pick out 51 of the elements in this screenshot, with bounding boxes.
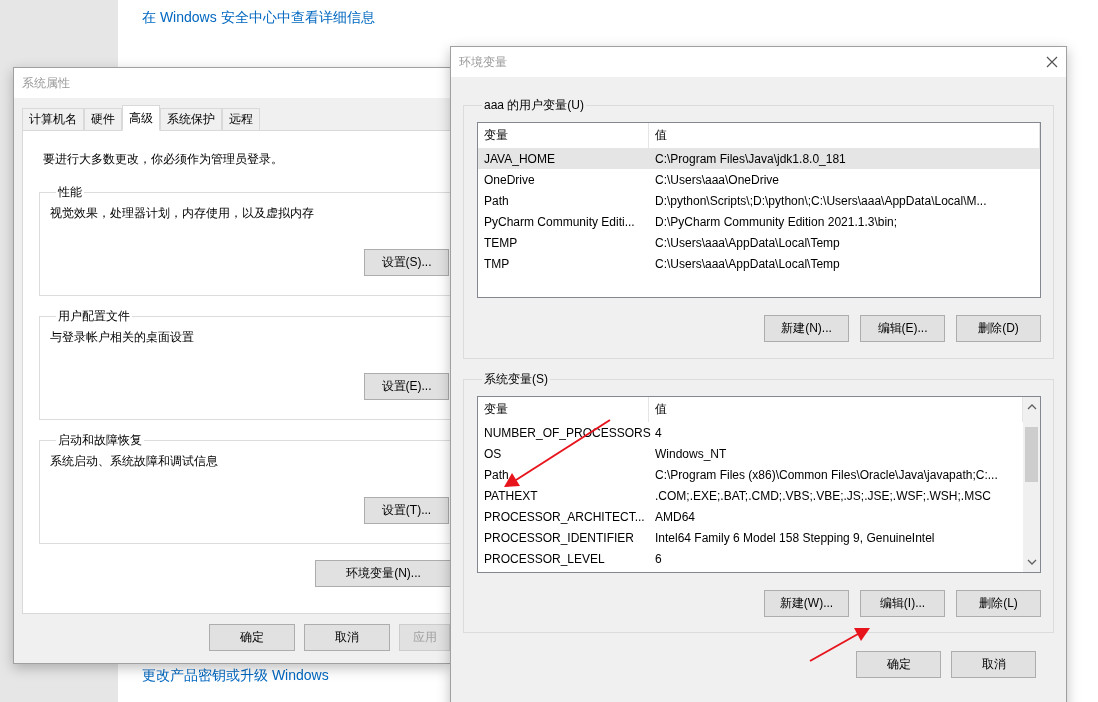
dialog-button[interactable]: 确定 bbox=[209, 624, 295, 651]
settings-button[interactable]: 设置(T)... bbox=[364, 497, 449, 524]
variable-row[interactable]: OS Windows_NT bbox=[478, 443, 1023, 464]
scroll-up-icon[interactable] bbox=[1026, 403, 1037, 411]
group-legend: aaa 的用户变量(U) bbox=[482, 97, 586, 114]
scroll-down-icon[interactable] bbox=[1026, 558, 1037, 566]
security-center-link[interactable]: 在 Windows 安全中心中查看详细信息 bbox=[142, 9, 375, 27]
variable-row[interactable]: TMP C:\Users\aaa\AppData\Local\Temp bbox=[478, 253, 1040, 274]
window-title: 系统属性 bbox=[22, 74, 70, 92]
variable-button[interactable]: 新建(W)... bbox=[764, 590, 849, 617]
group-legend: 系统变量(S) bbox=[482, 371, 550, 388]
variable-row[interactable]: Path C:\Program Files (x86)\Common Files\Oracle\Java\javapath;C:... bbox=[478, 464, 1023, 485]
variable-button[interactable]: 新建(N)... bbox=[764, 315, 849, 342]
group-legend: 性能 bbox=[56, 184, 84, 201]
variable-button[interactable]: 编辑(E)... bbox=[860, 315, 945, 342]
settings-button[interactable]: 设置(E)... bbox=[364, 373, 449, 400]
variable-row[interactable]: PROCESSOR_LEVEL 6 bbox=[478, 548, 1023, 569]
variable-row[interactable]: JAVA_HOME C:\Program Files\Java\jdk1.8.0_181 bbox=[478, 148, 1040, 169]
group-description: 系统启动、系统故障和调试信息 bbox=[50, 453, 219, 470]
close-icon[interactable] bbox=[1046, 56, 1058, 68]
variable-row[interactable]: TEMP C:\Users\aaa\AppData\Local\Temp bbox=[478, 232, 1040, 253]
arrow-annotation bbox=[809, 628, 870, 662]
variable-row[interactable]: Path D:\python\Scripts\;D:\python\;C:\Users\aaa\AppData\Local\M... bbox=[478, 190, 1040, 211]
settings-button[interactable]: 设置(S)... bbox=[364, 249, 449, 276]
dialog-button[interactable]: 取消 bbox=[951, 651, 1036, 678]
column-header[interactable]: 变量 bbox=[478, 397, 649, 422]
tab[interactable]: 高级 bbox=[122, 105, 160, 131]
admin-notice: 要进行大多数更改，你必须作为管理员登录。 bbox=[43, 151, 284, 168]
tab[interactable]: 计算机名 bbox=[22, 108, 84, 130]
group-legend: 用户配置文件 bbox=[56, 308, 132, 325]
variable-button[interactable]: 删除(D) bbox=[956, 315, 1041, 342]
variable-row[interactable]: PROCESSOR_IDENTIFIER Intel64 Family 6 Model 158 Stepping 9, GenuineIntel bbox=[478, 527, 1023, 548]
group-description: 与登录帐户相关的桌面设置 bbox=[50, 329, 195, 346]
product-key-link[interactable]: 更改产品密钥或升级 Windows bbox=[142, 667, 329, 685]
variable-row[interactable]: PROCESSOR_ARCHITECT... AMD64 bbox=[478, 506, 1023, 527]
scroll-thumb[interactable] bbox=[1025, 427, 1038, 482]
variable-button[interactable]: 删除(L) bbox=[956, 590, 1041, 617]
variable-row[interactable]: PyCharm Community Editi... D:\PyCharm Community Edition 2021.1.3\bin; bbox=[478, 211, 1040, 232]
variable-button[interactable]: 编辑(I)... bbox=[860, 590, 945, 617]
dialog-button[interactable]: 取消 bbox=[304, 624, 390, 651]
tab[interactable]: 硬件 bbox=[84, 108, 122, 130]
variable-row[interactable]: OneDrive C:\Users\aaa\OneDrive bbox=[478, 169, 1040, 190]
dialog-button[interactable]: 确定 bbox=[856, 651, 941, 678]
window-title: 环境变量 bbox=[459, 53, 507, 71]
variable-row[interactable]: PATHEXT .COM;.EXE;.BAT;.CMD;.VBS;.VBE;.JS;.JSE;.WSF;.WSH;.MSC bbox=[478, 485, 1023, 506]
scrollbar[interactable] bbox=[1023, 397, 1040, 572]
group-legend: 启动和故障恢复 bbox=[56, 432, 144, 449]
tab[interactable]: 远程 bbox=[222, 108, 260, 130]
environment-variables-button[interactable]: 环境变量(N)... bbox=[315, 560, 452, 587]
tab[interactable]: 系统保护 bbox=[160, 108, 222, 130]
group-description: 视觉效果，处理器计划，内存使用，以及虚拟内存 bbox=[50, 205, 315, 222]
